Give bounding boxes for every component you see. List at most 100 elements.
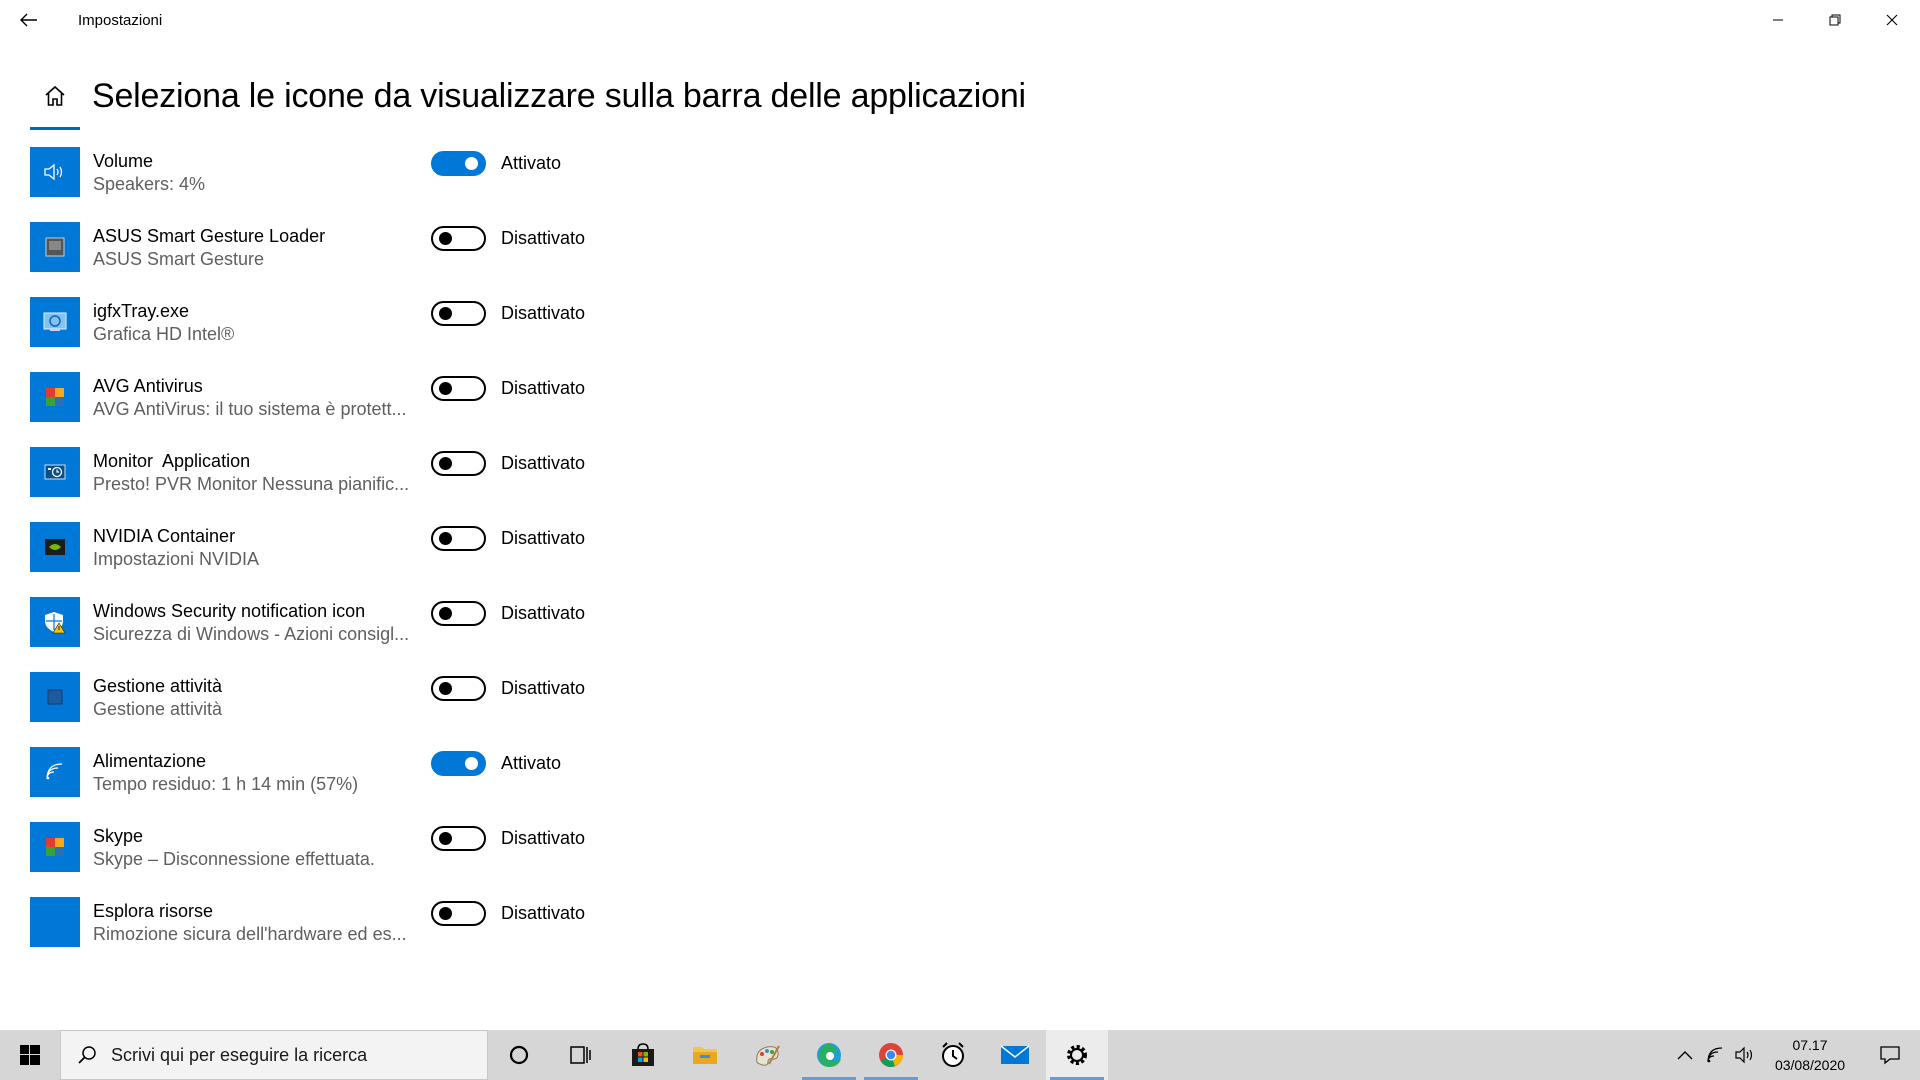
- app-subtitle: Tempo residuo: 1 h 14 min (57%): [93, 774, 359, 794]
- chevron-up-icon: [1677, 1051, 1693, 1060]
- settings-button[interactable]: [1046, 1030, 1108, 1080]
- list-item: Esplora risorse Rimozione sicura dell'ha…: [30, 897, 585, 972]
- list-item: Monitor Application Presto! PVR Monitor …: [30, 447, 585, 522]
- start-button[interactable]: [0, 1030, 60, 1080]
- chrome-button[interactable]: [860, 1030, 922, 1080]
- toggle-switch[interactable]: [431, 601, 486, 626]
- app-subtitle: Presto! PVR Monitor Nessuna pianific...: [93, 474, 410, 494]
- wifi-icon: [1707, 1047, 1723, 1063]
- toggle-switch[interactable]: [431, 301, 486, 326]
- app-name: Skype: [93, 826, 144, 846]
- speaker-icon: [30, 147, 80, 197]
- page-title: Seleziona le icone da visualizzare sulla…: [92, 76, 1026, 115]
- app-name: ASUS Smart Gesture Loader: [93, 226, 326, 246]
- toggle-knob: [465, 157, 478, 170]
- close-button[interactable]: [1863, 0, 1920, 40]
- app-subtitle: Grafica HD Intel®: [93, 324, 235, 344]
- app-subtitle: Impostazioni NVIDIA: [93, 549, 260, 569]
- list-item: Skype Skype – Disconnessione effettuata.…: [30, 822, 585, 897]
- app-subtitle: Rimozione sicura dell'hardware ed es...: [93, 924, 407, 944]
- list-item: ASUS Smart Gesture Loader ASUS Smart Ges…: [30, 222, 585, 297]
- alarms-button[interactable]: [922, 1030, 984, 1080]
- page-header: Seleziona le icone da visualizzare sulla…: [30, 68, 1026, 130]
- clock-date: 03/08/2020: [1774, 1057, 1846, 1073]
- toggle-switch[interactable]: [431, 676, 486, 701]
- mail-icon: [1000, 1045, 1030, 1064]
- toggle-state-label: Disattivato: [501, 828, 586, 848]
- home-button[interactable]: [30, 68, 80, 130]
- app-name: Volume: [93, 151, 154, 171]
- toggle-knob: [439, 307, 452, 320]
- list-item: igfxTray.exe Grafica HD Intel® Disattiva…: [30, 297, 585, 372]
- list-item: Gestione attività Gestione attività Disa…: [30, 672, 585, 747]
- toggle-state-label: Disattivato: [501, 603, 586, 623]
- toggle-switch[interactable]: [431, 151, 486, 176]
- volume-button[interactable]: [1730, 1030, 1760, 1080]
- toggle-state-label: Disattivato: [501, 453, 586, 473]
- toggle-knob: [439, 232, 452, 245]
- window-controls: [1749, 0, 1920, 40]
- back-arrow-icon: [20, 13, 37, 27]
- toggle-state-label: Disattivato: [501, 528, 586, 548]
- show-hidden-icons-button[interactable]: [1670, 1030, 1700, 1080]
- store-icon: [632, 1043, 654, 1066]
- title-bar: Impostazioni: [0, 0, 1920, 40]
- network-button[interactable]: [1700, 1030, 1730, 1080]
- colored-squares-icon: [30, 822, 80, 872]
- toggle-switch[interactable]: [431, 226, 486, 251]
- minimize-button[interactable]: [1749, 0, 1806, 40]
- window-title: Impostazioni: [78, 11, 163, 29]
- shield-warning-icon: [30, 597, 80, 647]
- taskbar-search-box[interactable]: Scrivi qui per eseguire la ricerca: [60, 1030, 488, 1080]
- list-item: Alimentazione Tempo residuo: 1 h 14 min …: [30, 747, 561, 822]
- toggle-state-label: Attivato: [501, 153, 562, 173]
- toggle-switch[interactable]: [431, 376, 486, 401]
- mail-button[interactable]: [984, 1030, 1046, 1080]
- toggle-knob: [439, 532, 452, 545]
- restore-button[interactable]: [1806, 0, 1863, 40]
- toggle-switch[interactable]: [431, 451, 486, 476]
- toggle-switch[interactable]: [431, 901, 486, 926]
- toggle-switch[interactable]: [431, 751, 486, 776]
- list-item: AVG Antivirus AVG AntiVirus: il tuo sist…: [30, 372, 585, 447]
- taskbar-clock[interactable]: 07.17 03/08/2020: [1760, 1035, 1860, 1075]
- app-name: NVIDIA Container: [93, 526, 236, 546]
- app-name: AVG Antivirus: [93, 376, 203, 396]
- task-view-button[interactable]: [550, 1030, 612, 1080]
- toggle-state-label: Disattivato: [501, 378, 586, 398]
- edge-icon: [817, 1043, 841, 1067]
- edge-button[interactable]: [798, 1030, 860, 1080]
- minimize-icon: [1772, 19, 1783, 21]
- avg-icon: [30, 372, 80, 422]
- notification-icon: [1880, 1046, 1900, 1065]
- wifi-icon: [30, 747, 80, 797]
- monitor-clock-icon: [30, 447, 80, 497]
- app-name: igfxTray.exe: [93, 301, 190, 321]
- app-name: Gestione attività: [93, 676, 223, 696]
- toggle-state-label: Disattivato: [501, 228, 586, 248]
- settings-icon: [1067, 1045, 1087, 1065]
- file-explorer-button[interactable]: [674, 1030, 736, 1080]
- touchpad-icon: [30, 222, 80, 272]
- toggle-switch[interactable]: [431, 826, 486, 851]
- app-name: Windows Security notification icon: [93, 601, 366, 621]
- app-subtitle: Gestione attività: [93, 699, 223, 719]
- system-tray: 07.17 03/08/2020: [1670, 1030, 1920, 1080]
- toggle-knob: [439, 607, 452, 620]
- toggle-knob: [439, 907, 452, 920]
- paint-button[interactable]: [736, 1030, 798, 1080]
- home-underline: [30, 127, 80, 130]
- restore-icon: [1829, 14, 1840, 26]
- back-button[interactable]: [0, 0, 58, 40]
- action-center-button[interactable]: [1860, 1030, 1920, 1080]
- nvidia-icon: [30, 522, 80, 572]
- app-subtitle: Speakers: 4%: [93, 174, 206, 194]
- toggle-switch[interactable]: [431, 526, 486, 551]
- app-name: Monitor Application: [93, 451, 251, 471]
- toggle-knob: [439, 382, 452, 395]
- close-icon: [1886, 14, 1897, 26]
- paint-palette-icon: [756, 1045, 780, 1066]
- cortana-button[interactable]: [488, 1030, 550, 1080]
- list-item: Windows Security notification icon Sicur…: [30, 597, 585, 672]
- store-button[interactable]: [612, 1030, 674, 1080]
